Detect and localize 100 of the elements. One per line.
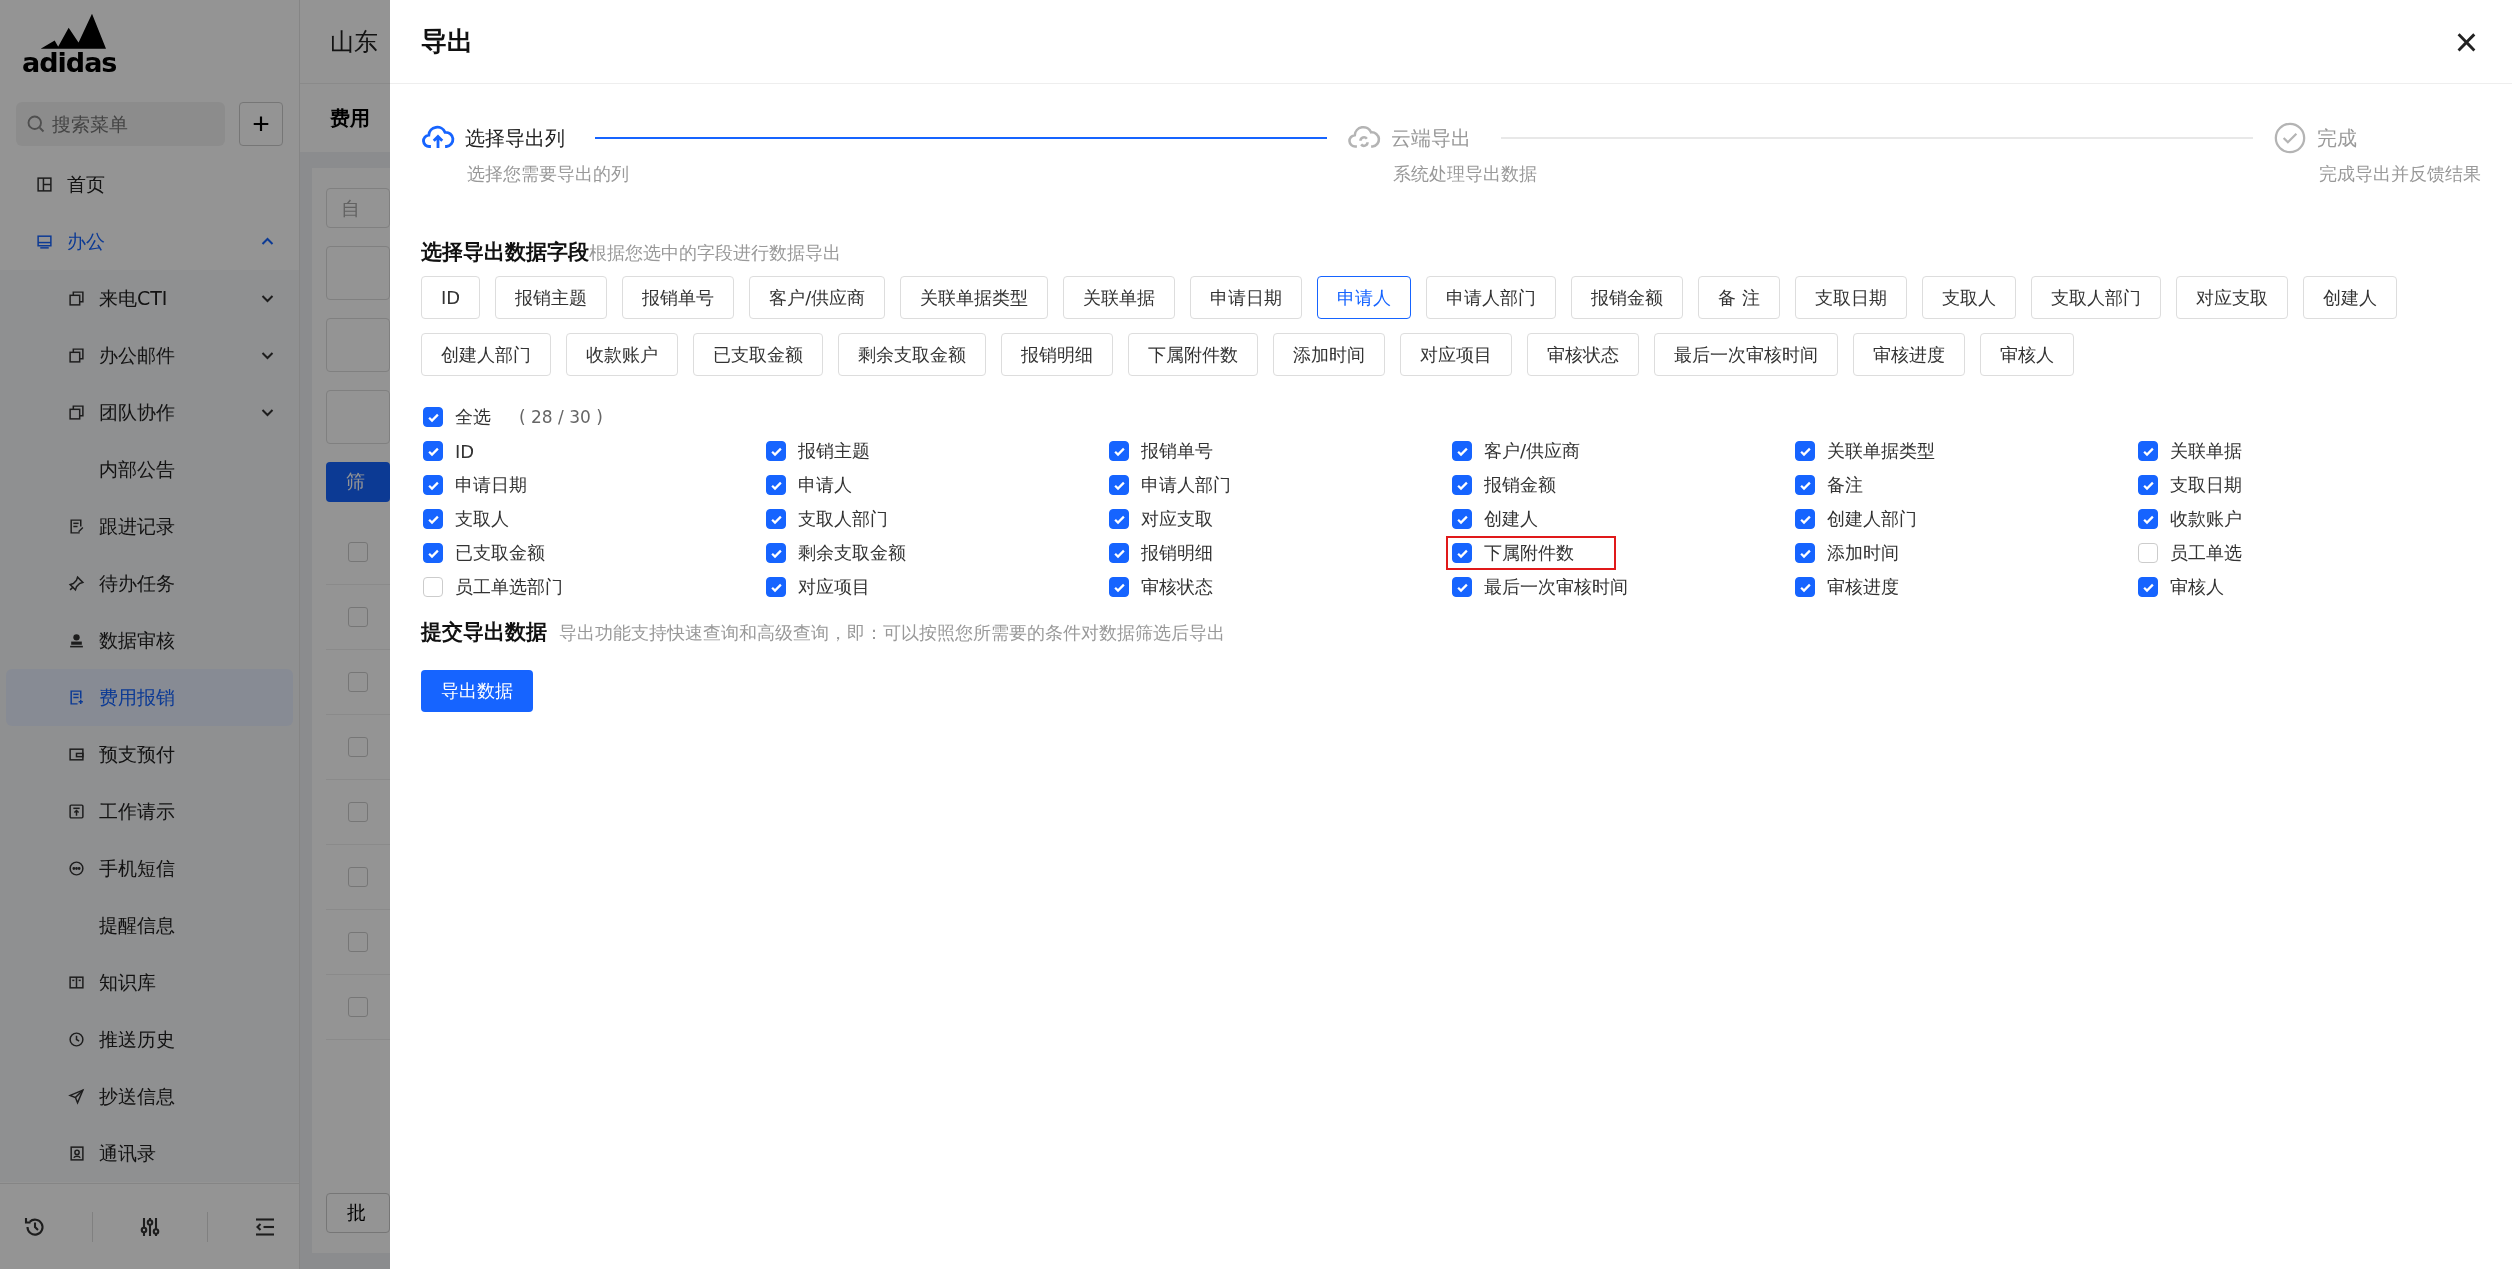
header-title: 山东 bbox=[330, 26, 378, 58]
field-tag[interactable]: 客户/供应商 bbox=[749, 276, 886, 319]
column-checkbox[interactable]: 支取人 bbox=[417, 502, 515, 536]
column-checkbox[interactable]: 申请日期 bbox=[417, 468, 533, 502]
field-tag[interactable]: 对应项目 bbox=[1400, 333, 1512, 376]
row-checkbox[interactable] bbox=[348, 867, 368, 887]
column-checkbox[interactable]: 下属附件数 bbox=[1446, 536, 1616, 570]
column-checkbox[interactable]: 报销单号 bbox=[1103, 434, 1219, 468]
column-checkbox[interactable]: 创建人部门 bbox=[1789, 502, 1923, 536]
menu-item[interactable]: 工作请示 bbox=[0, 783, 299, 840]
column-checkbox[interactable]: 报销主题 bbox=[760, 434, 876, 468]
menu-item[interactable]: 提醒信息 bbox=[0, 897, 299, 954]
section-hint: 导出功能支持快速查询和高级查询，即：可以按照您所需要的条件对数据筛选后导出 bbox=[559, 621, 1225, 645]
row-checkbox[interactable] bbox=[348, 542, 368, 562]
column-checkbox[interactable]: 申请人 bbox=[760, 468, 858, 502]
column-checkbox[interactable]: 已支取金额 bbox=[417, 536, 551, 570]
wallet-icon bbox=[68, 746, 85, 763]
column-checkbox[interactable]: ID bbox=[417, 435, 481, 467]
menu-item[interactable]: 团队协作 bbox=[0, 384, 299, 441]
select-all-checkbox[interactable]: 全选 bbox=[417, 400, 497, 434]
menu-item[interactable]: 来电CTI bbox=[0, 270, 299, 327]
column-checkbox[interactable]: 添加时间 bbox=[1789, 536, 1905, 570]
field-tag[interactable]: 创建人部门 bbox=[421, 333, 551, 376]
menu-item[interactable]: 首页 bbox=[0, 156, 299, 213]
column-checkbox[interactable]: 报销明细 bbox=[1103, 536, 1219, 570]
pin-icon bbox=[68, 575, 85, 592]
field-tag[interactable]: 收款账户 bbox=[566, 333, 678, 376]
column-checkbox[interactable]: 对应支取 bbox=[1103, 502, 1219, 536]
close-button[interactable]: × bbox=[2450, 21, 2482, 62]
column-checkbox[interactable]: 员工单选 bbox=[2132, 536, 2248, 570]
column-checkbox[interactable]: 报销金额 bbox=[1446, 468, 1562, 502]
selection-count: ( 28 / 30 ) bbox=[519, 407, 603, 427]
field-tag[interactable]: 备 注 bbox=[1698, 276, 1780, 319]
field-tag[interactable]: 审核人 bbox=[1980, 333, 2074, 376]
row-checkbox[interactable] bbox=[348, 672, 368, 692]
field-tag[interactable]: 报销明细 bbox=[1001, 333, 1113, 376]
column-checkbox[interactable]: 剩余支取金额 bbox=[760, 536, 912, 570]
layout-icon bbox=[36, 176, 53, 193]
column-checkbox[interactable]: 备注 bbox=[1789, 468, 1869, 502]
field-tag[interactable]: 剩余支取金额 bbox=[838, 333, 986, 376]
step-description: 完成导出并反馈结果 bbox=[2318, 162, 2481, 186]
add-button[interactable]: + bbox=[239, 102, 283, 146]
field-tag[interactable]: 申请人部门 bbox=[1426, 276, 1557, 319]
column-checkbox[interactable]: 员工单选部门 bbox=[417, 570, 569, 604]
field-tag[interactable]: 审核进度 bbox=[1853, 333, 1965, 376]
field-tag[interactable]: 审核状态 bbox=[1527, 333, 1639, 376]
field-tag[interactable]: 支取日期 bbox=[1795, 276, 1907, 319]
field-tag[interactable]: 申请人 bbox=[1317, 276, 1412, 319]
menu-item[interactable]: 通讯录 bbox=[0, 1125, 299, 1182]
field-tag[interactable]: 添加时间 bbox=[1273, 333, 1385, 376]
field-tag[interactable]: 申请日期 bbox=[1190, 276, 1303, 319]
column-checkbox[interactable]: 收款账户 bbox=[2132, 502, 2248, 536]
receipt-icon bbox=[68, 689, 85, 706]
column-checkbox[interactable]: 审核状态 bbox=[1103, 570, 1219, 604]
field-tag[interactable]: 支取人部门 bbox=[2031, 276, 2161, 319]
menu-item[interactable]: 办公邮件 bbox=[0, 327, 299, 384]
field-tag[interactable]: 报销主题 bbox=[495, 276, 608, 319]
column-checkbox[interactable]: 对应项目 bbox=[760, 570, 876, 604]
column-checkbox[interactable]: 审核进度 bbox=[1789, 570, 1905, 604]
column-checkbox[interactable]: 支取人部门 bbox=[760, 502, 894, 536]
field-tag[interactable]: 创建人 bbox=[2303, 276, 2397, 319]
menu-item[interactable]: 推送历史 bbox=[0, 1011, 299, 1068]
column-checkbox[interactable]: 客户/供应商 bbox=[1446, 434, 1587, 468]
field-tag[interactable]: 报销单号 bbox=[622, 276, 735, 319]
menu-item[interactable]: 抄送信息 bbox=[0, 1068, 299, 1125]
field-tag[interactable]: ID bbox=[421, 276, 481, 319]
menu-item[interactable]: 跟进记录 bbox=[0, 498, 299, 555]
column-checkbox[interactable]: 最后一次审核时间 bbox=[1446, 570, 1634, 604]
field-tag[interactable]: 最后一次审核时间 bbox=[1654, 333, 1838, 376]
field-tag[interactable]: 已支取金额 bbox=[693, 333, 823, 376]
field-tag[interactable]: 对应支取 bbox=[2176, 276, 2288, 319]
search-field[interactable]: 搜索菜单 bbox=[16, 102, 225, 146]
column-checkbox[interactable]: 申请人部门 bbox=[1103, 468, 1237, 502]
row-checkbox[interactable] bbox=[348, 802, 368, 822]
batch-button[interactable]: 批 bbox=[326, 1193, 390, 1233]
menu-item[interactable]: 手机短信 bbox=[0, 840, 299, 897]
export-button[interactable]: 导出数据 bbox=[421, 670, 533, 712]
menu-item[interactable]: 内部公告 bbox=[0, 441, 299, 498]
menu-item[interactable]: 待办任务 bbox=[0, 555, 299, 612]
row-checkbox[interactable] bbox=[348, 997, 368, 1017]
menu-item[interactable]: 知识库 bbox=[0, 954, 299, 1011]
field-tag[interactable]: 关联单据类型 bbox=[900, 276, 1049, 319]
field-tag[interactable]: 关联单据 bbox=[1063, 276, 1176, 319]
column-checkbox[interactable]: 创建人 bbox=[1446, 502, 1544, 536]
row-checkbox[interactable] bbox=[348, 932, 368, 952]
copy-icon bbox=[68, 347, 85, 364]
column-checkbox[interactable]: 支取日期 bbox=[2132, 468, 2248, 502]
field-tag[interactable]: 报销金额 bbox=[1571, 276, 1684, 319]
row-checkbox[interactable] bbox=[348, 737, 368, 757]
menu-item[interactable]: 预支预付 bbox=[0, 726, 299, 783]
page-tab[interactable]: 费用 bbox=[330, 104, 370, 132]
column-checkbox[interactable]: 关联单据 bbox=[2132, 434, 2248, 468]
row-checkbox[interactable] bbox=[348, 607, 368, 627]
send-icon bbox=[68, 1088, 85, 1105]
menu-item[interactable]: 数据审核 bbox=[0, 612, 299, 669]
field-tag[interactable]: 支取人 bbox=[1922, 276, 2016, 319]
field-tag[interactable]: 下属附件数 bbox=[1128, 333, 1258, 376]
column-checkbox[interactable]: 审核人 bbox=[2132, 570, 2230, 604]
drawer-title: 导出 bbox=[421, 25, 473, 58]
column-checkbox[interactable]: 关联单据类型 bbox=[1789, 434, 1941, 468]
